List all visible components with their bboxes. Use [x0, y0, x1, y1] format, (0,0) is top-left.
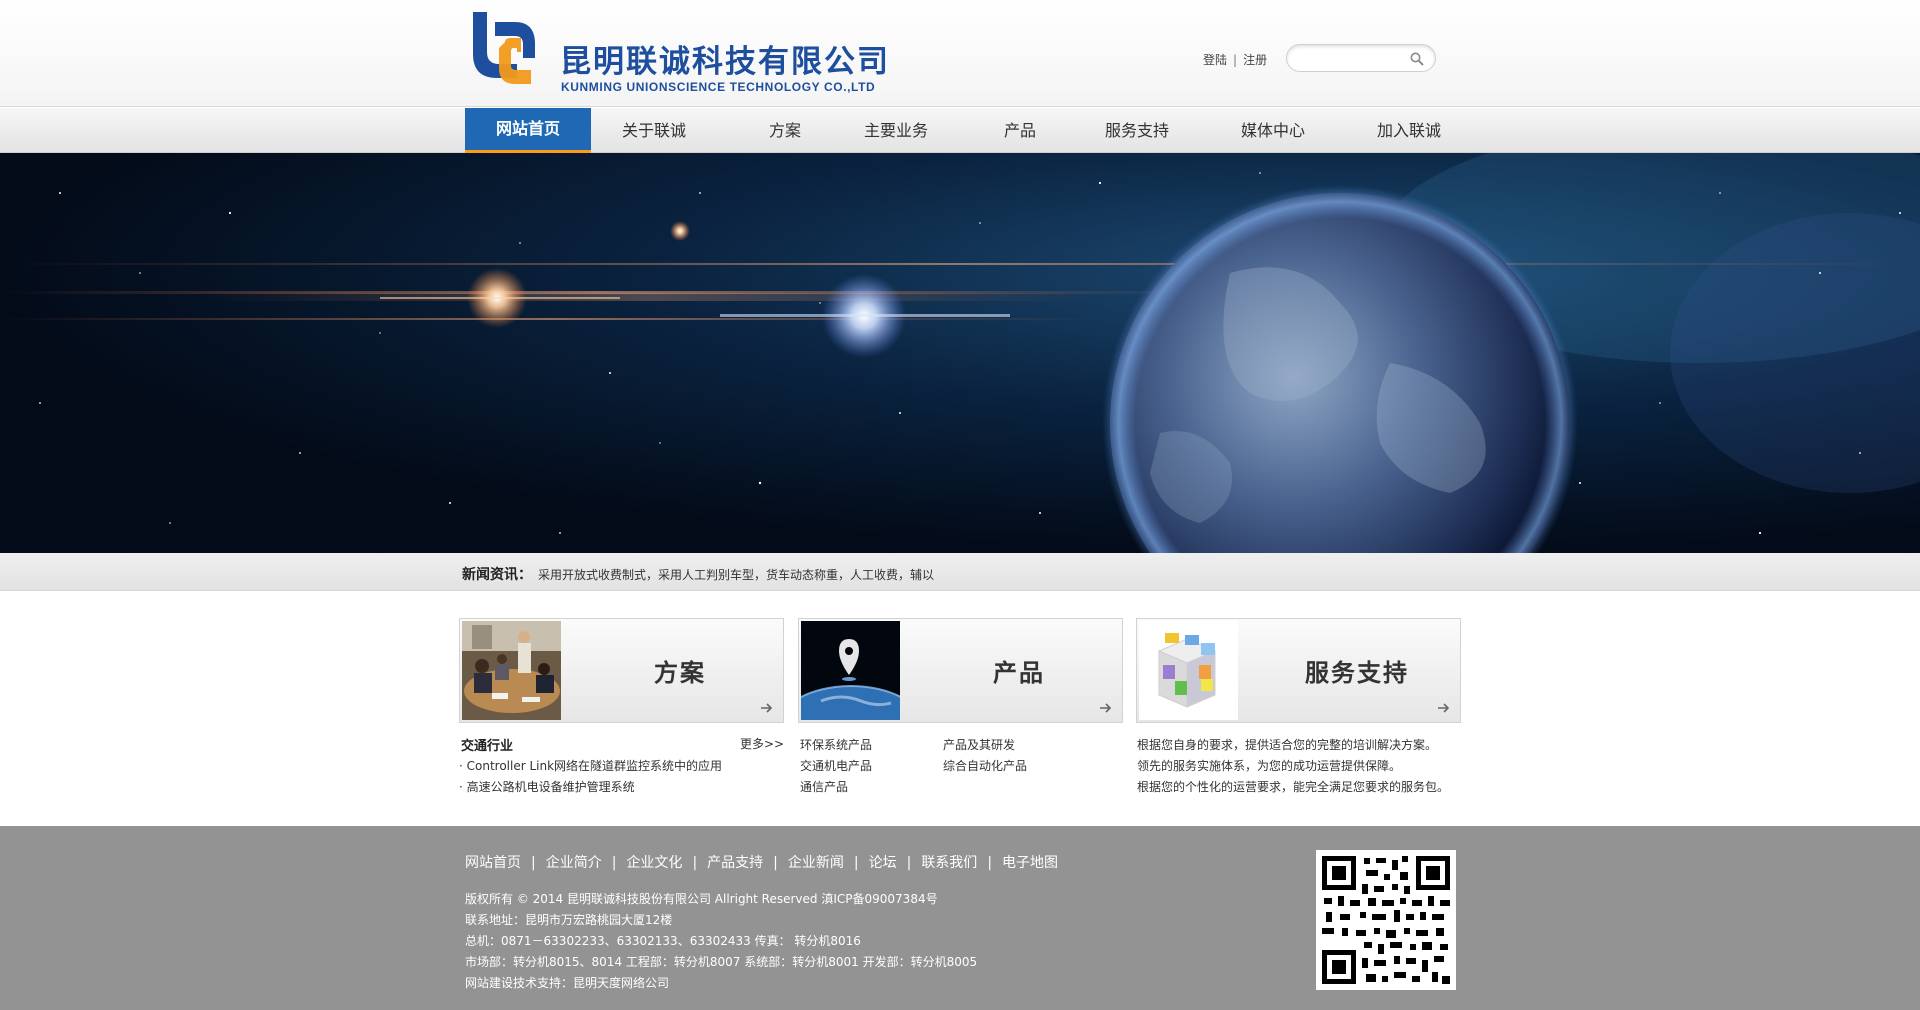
nav-item-solutions[interactable]: 方案 — [735, 108, 835, 153]
service-text: 根据您的个性化的运营要求，能完全满足您要求的服务包。 — [1137, 780, 1450, 794]
meeting-photo — [462, 621, 561, 720]
divider: | — [611, 855, 617, 871]
divider: | — [987, 855, 993, 871]
nav-item-media[interactable]: 媒体中心 — [1210, 108, 1336, 153]
product-link[interactable]: 综合自动化产品 — [943, 757, 1027, 774]
logo-chinese-name: 昆明联诚科技有限公司 — [560, 44, 890, 80]
service-card-title: 服务支持 — [1305, 659, 1409, 687]
footer-link-culture[interactable]: 企业文化 — [626, 852, 682, 872]
departments-text: 市场部：转分机8015、8014 工程部：转分机8007 系统部：转分机8001… — [465, 955, 978, 969]
divider: | — [906, 855, 912, 871]
search-icon[interactable] — [1409, 51, 1425, 67]
copyright-text: 版权所有 © 2014 昆明联诚科技股份有限公司 Allright Reserv… — [465, 892, 938, 906]
footer-link-news[interactable]: 企业新闻 — [788, 852, 844, 872]
footer-link-intro[interactable]: 企业简介 — [546, 852, 602, 872]
solutions-card[interactable]: 方案 — [459, 618, 784, 723]
search-box — [1286, 44, 1436, 72]
footer-nav: 网站首页 | 企业简介 | 企业文化 | 产品支持 | 企业新闻 | 论坛 | 联系我们 | 电子地图 — [465, 852, 1058, 872]
cube-graphic — [1139, 621, 1238, 720]
news-headline[interactable]: 采用开放式收费制式，采用人工判别车型，货车动态称重，人工收费，辅以 — [538, 566, 934, 583]
footer-link-home[interactable]: 网站首页 — [465, 852, 521, 872]
product-link[interactable]: 环保系统产品 — [800, 736, 872, 753]
main-nav: 网站首页 关于联诚 方案 主要业务 产品 服务支持 媒体中心 加入联诚 — [0, 108, 1920, 153]
site-footer: 网站首页 | 企业简介 | 企业文化 | 产品支持 | 企业新闻 | 论坛 | 联系我们 | 电子地图 版权… — [0, 826, 1920, 1010]
footer-link-support[interactable]: 产品支持 — [707, 852, 763, 872]
site-header: 昆明联诚科技有限公司 KUNMING UNIONSCIENCE TECHNOLO… — [0, 0, 1920, 107]
search-input[interactable] — [1299, 49, 1407, 67]
company-logo[interactable]: 昆明联诚科技有限公司 KUNMING UNIONSCIENCE TECHNOLO… — [465, 8, 915, 94]
arrow-right-icon[interactable] — [759, 700, 775, 716]
products-card[interactable]: 产品 — [798, 618, 1123, 723]
solutions-card-title: 方案 — [654, 659, 706, 687]
register-link[interactable]: 注册 — [1243, 51, 1267, 68]
footer-link-forum[interactable]: 论坛 — [869, 852, 897, 872]
nav-item-join[interactable]: 加入联诚 — [1346, 108, 1472, 153]
nav-item-about[interactable]: 关于联诚 — [591, 108, 717, 153]
location-pin-photo — [801, 621, 900, 720]
support-text: 网站建设技术支持：昆明天度网络公司 — [465, 976, 670, 990]
logo-mark-icon — [473, 12, 535, 84]
product-link[interactable]: 交通机电产品 — [800, 757, 872, 774]
login-link[interactable]: 登陆 — [1203, 51, 1227, 68]
qr-code-icon — [1316, 850, 1456, 990]
divider: | — [773, 855, 778, 871]
divider: | — [692, 855, 698, 871]
nav-item-business[interactable]: 主要业务 — [833, 108, 959, 153]
arrow-right-icon[interactable] — [1098, 700, 1114, 716]
divider: | — [1233, 53, 1238, 67]
news-ticker: 新闻资讯： 采用开放式收费制式，采用人工判别车型，货车动态称重，人工收费，辅以 — [0, 553, 1920, 591]
nav-item-home[interactable]: 网站首页 — [465, 108, 591, 153]
divider: | — [853, 855, 859, 871]
nav-item-products[interactable]: 产品 — [970, 108, 1070, 153]
arrow-right-icon[interactable] — [1436, 700, 1452, 716]
list-item[interactable]: · Controller Link网络在隧道群监控系统中的应用 — [459, 757, 722, 774]
list-item[interactable]: · 高速公路机电设备维护管理系统 — [459, 778, 635, 795]
service-card[interactable]: 服务支持 — [1136, 618, 1461, 723]
footer-link-contact[interactable]: 联系我们 — [921, 852, 977, 872]
solutions-heading: 交通行业 — [461, 739, 514, 754]
service-text: 根据您自身的要求，提供适合您的完整的培训解决方案。 — [1137, 738, 1438, 752]
products-card-title: 产品 — [993, 659, 1045, 687]
footer-link-map[interactable]: 电子地图 — [1002, 852, 1058, 872]
nav-item-service[interactable]: 服务支持 — [1074, 108, 1200, 153]
address-text: 联系地址：昆明市万宏路桃园大厦12楼 — [465, 913, 673, 927]
logo-english-name: KUNMING UNIONSCIENCE TECHNOLOGY CO.,LTD — [561, 80, 876, 94]
news-label: 新闻资讯： — [462, 567, 532, 583]
account-links: 登陆 | 注册 — [1203, 51, 1267, 68]
service-text: 领先的服务实施体系，为您的成功运营提供保障。 — [1137, 759, 1402, 773]
product-link[interactable]: 通信产品 — [800, 778, 848, 795]
phone-text: 总机：0871－63302233、63302133、63302433 传真： 转… — [465, 934, 861, 948]
space-earth-image — [0, 153, 1920, 553]
more-link[interactable]: 更多>> — [740, 735, 784, 752]
product-link[interactable]: 产品及其研发 — [943, 736, 1015, 753]
hero-banner — [0, 153, 1920, 553]
divider: | — [531, 855, 536, 871]
